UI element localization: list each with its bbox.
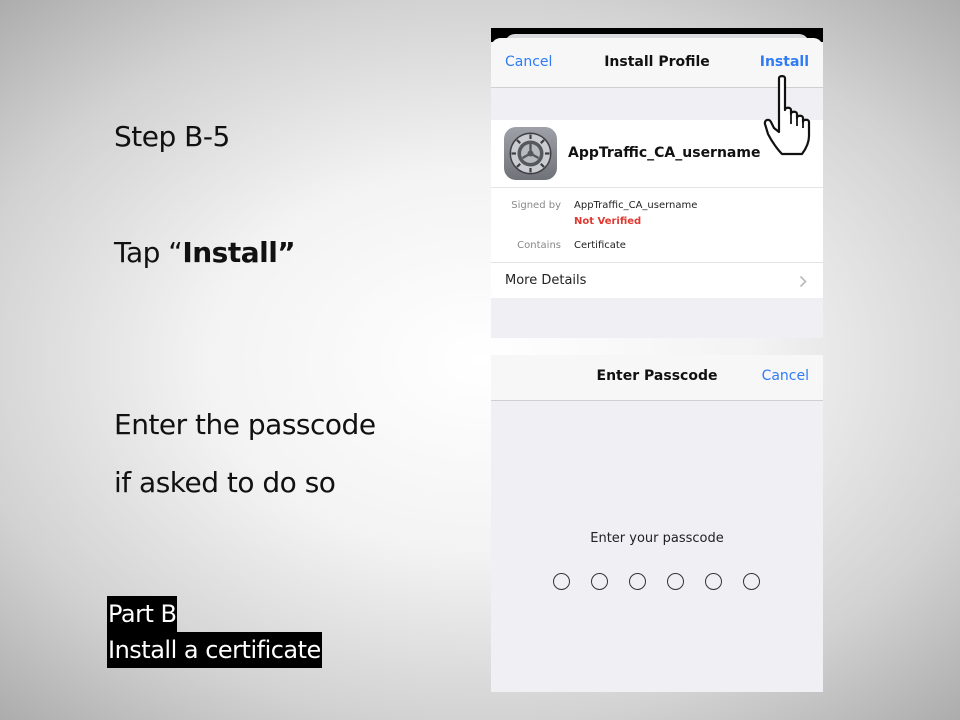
settings-gear-icon (504, 127, 557, 180)
passcode-dot (629, 573, 646, 590)
signed-by-label: Signed by (511, 200, 561, 211)
passcode-dot (705, 573, 722, 590)
tap-instruction: Tap “Install” (114, 236, 296, 269)
passcode-dot (743, 573, 760, 590)
more-details-label: More Details (505, 273, 587, 288)
passcode-dots[interactable] (553, 573, 763, 591)
passcode-instruction-line1: Enter the passcode (114, 408, 376, 441)
passcode-dot (553, 573, 570, 590)
tap-install-keyword: Install” (182, 236, 296, 269)
chevron-right-icon (799, 275, 807, 288)
tap-prefix: Tap “ (114, 236, 183, 269)
passcode-prompt: Enter your passcode (590, 531, 724, 546)
passcode-dot (667, 573, 684, 590)
enter-passcode-screenshot: Enter Passcode Cancel Enter your passcod… (491, 355, 823, 692)
part-title: Part B (107, 596, 178, 632)
verification-status: Not Verified (574, 216, 642, 227)
signed-by-value: AppTraffic_CA_username (574, 200, 698, 211)
passcode-dot (591, 573, 608, 590)
contains-label: Contains (517, 240, 561, 251)
enter-passcode-navbar: Enter Passcode Cancel (491, 355, 823, 401)
profile-name: AppTraffic_CA_username (568, 145, 761, 161)
more-details-row[interactable]: More Details (491, 262, 823, 298)
part-subtitle: Install a certificate (107, 632, 322, 668)
part-label: Part B Install a certificate (107, 596, 322, 668)
install-button[interactable]: Install (760, 54, 809, 70)
contains-value: Certificate (574, 240, 626, 251)
passcode-cancel-button[interactable]: Cancel (762, 368, 809, 384)
step-title: Step B-5 (114, 120, 230, 153)
passcode-instruction-line2: if asked to do so (114, 466, 336, 499)
pointing-hand-icon (763, 75, 811, 156)
